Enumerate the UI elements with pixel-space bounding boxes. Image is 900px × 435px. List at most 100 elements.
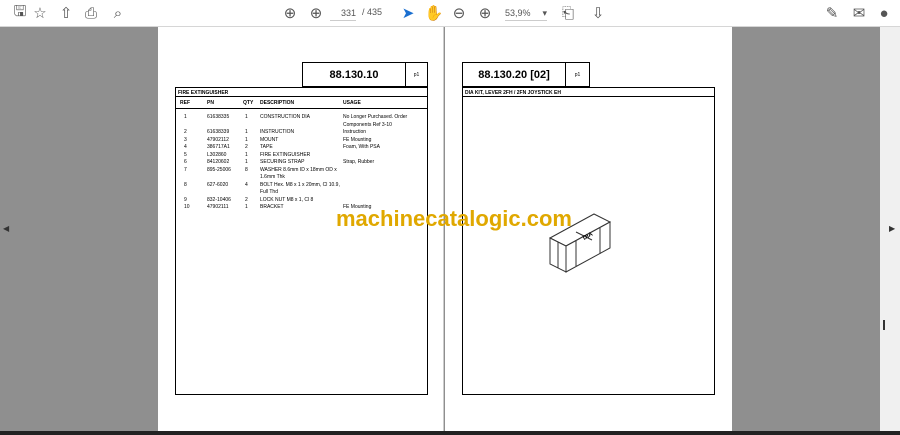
table-row: 8 627-6020 4 BOLT Hex. M8 x 1 x 20mm, Cl 10… (176, 182, 427, 190)
toolbar: 🖫 ☆ ⇧ ⎙ ⌕ ⊕ ⊕ / 435 ➤ ✋ ⊖ ⊕ 53,9% ▾ ⎗ ⇩ … (0, 0, 900, 27)
table-header: REF PN QTY DESCRIPTION USAGE (176, 97, 427, 109)
table-cell: 47902111 (207, 204, 229, 210)
table-cell: L302860 (207, 151, 227, 158)
watermark: machinecatalogic.com (336, 206, 572, 231)
table-row: 6 84120602 1 SECURING STRAP Strap, Rubber (176, 159, 427, 167)
table-cell: 8 (245, 166, 248, 173)
table-row: 5 L302860 1 FIRE EXTINGUISHER (176, 152, 427, 160)
table-cell: 3 (184, 136, 187, 143)
next-page-arrow-icon[interactable]: ▶ (889, 224, 895, 233)
page-fit-icon[interactable]: ⎗ (558, 4, 578, 22)
left-page-header: 88.130.10 p1 (302, 62, 428, 87)
parts-table: FIRE EXTINGUISHER REF PN QTY DESCRIPTION… (175, 87, 428, 395)
select-cursor-icon[interactable]: ➤ (398, 4, 418, 22)
table-cell: 5 (184, 151, 187, 158)
table-cell: 9 (184, 196, 187, 203)
table-cell: Strap, Rubber (343, 159, 375, 165)
table-cell: 2 (245, 144, 248, 150)
page-up-icon[interactable]: ⊕ (280, 4, 300, 22)
table-cell: 10 (184, 204, 190, 210)
table-cell: 7 (184, 166, 187, 173)
account-icon[interactable]: ● (874, 4, 894, 22)
table-cell: 4 (245, 181, 248, 188)
table-cell: 4 (184, 144, 187, 150)
page-total: / 435 (362, 7, 383, 17)
left-page-code: 88.130.10 (303, 63, 406, 86)
table-cell: 1 (245, 129, 248, 135)
page-down-icon[interactable]: ⊕ (306, 4, 326, 22)
table-cell: 1 (245, 151, 248, 158)
table-cell: 1 (245, 159, 248, 165)
scroll-mode-icon[interactable]: ⇩ (588, 4, 608, 22)
sign-icon[interactable]: ✎ (822, 4, 842, 22)
zoom-out-icon[interactable]: ⊖ (449, 4, 469, 22)
table-row: Full Thd (176, 189, 427, 197)
chevron-down-icon: ▾ (542, 8, 547, 18)
table-row: 1.6mm Thk (176, 174, 427, 182)
col-pn: PN (207, 100, 214, 106)
table-cell: CONSTRUCTION DIA (260, 114, 310, 120)
table-row: 7 895-25006 8 WASHER 8.6mm ID x 18mm OD x (176, 167, 427, 175)
table-cell: WASHER 8.6mm ID x 18mm OD x (260, 166, 337, 173)
table-cell: Components Ref 3-10 (343, 121, 392, 128)
table-cell: LOCK NUT M8 x 1, Cl 8 (260, 196, 314, 203)
save-icon[interactable]: 🖫 (10, 3, 30, 22)
table-cell: FIRE EXTINGUISHER (260, 151, 311, 158)
col-qty: QTY (243, 100, 254, 106)
table-cell: Instruction (343, 129, 367, 135)
table-cell: 84120602 (207, 159, 230, 165)
table-row: 9 832-10406 2 LOCK NUT M8 x 1, Cl 8 (176, 197, 427, 205)
mail-icon[interactable]: ✉ (849, 4, 869, 22)
prev-page-arrow-icon[interactable]: ◀ (3, 224, 9, 233)
table-cell: 1 (245, 114, 248, 120)
col-usage: USAGE (343, 100, 361, 106)
table-cell: 2 (245, 196, 248, 203)
col-description: DESCRIPTION (260, 100, 295, 106)
table-cell: FE Mounting (343, 136, 372, 143)
table-cell: No Longer Purchased. Order (343, 114, 408, 120)
star-icon[interactable]: ☆ (30, 4, 50, 22)
zoom-select[interactable]: 53,9% ▾ (505, 5, 547, 21)
table-cell: 1 (245, 204, 248, 210)
table-cell: Full Thd (260, 189, 278, 195)
bottom-bar (0, 431, 900, 435)
table-cell: 8 (184, 181, 187, 188)
table-row: 3 47902112 1 MOUNT FE Mounting (176, 137, 427, 145)
table-cell: 61638335 (207, 114, 230, 120)
table-cell: 627-6020 (207, 181, 229, 188)
table-cell: 895-25006 (207, 166, 231, 173)
col-ref: REF (180, 100, 190, 106)
right-page-header: 88.130.20 [02] p1 (462, 62, 590, 87)
right-page-tag: p1 (574, 71, 581, 78)
table-cell: 1 (184, 114, 187, 120)
page-number-input[interactable] (330, 5, 356, 21)
table-title: FIRE EXTINGUISHER (176, 88, 427, 97)
upload-cloud-icon[interactable]: ⇧ (56, 4, 76, 22)
table-cell: 1 (245, 136, 248, 143)
table-row: 1 61638335 1 CONSTRUCTION DIA No Longer Purc… (176, 114, 427, 122)
table-cell: 1.6mm Thk (260, 174, 285, 180)
table-cell: BOLT Hex. M8 x 1 x 20mm, Cl 10.9, (260, 181, 340, 188)
hand-tool-icon[interactable]: ✋ (424, 4, 444, 22)
table-cell: Foam, With PSA (343, 144, 380, 150)
table-row: 4 386717A1 2 TAPE Foam, With PSA (176, 144, 427, 152)
table-cell: 386717A1 (207, 144, 230, 150)
table-cell: 6 (184, 159, 187, 165)
table-row: 2 61638339 1 INSTRUCTION Instruction (176, 129, 427, 137)
zoom-value: 53,9% (505, 8, 531, 18)
print-icon[interactable]: ⎙ (81, 4, 101, 22)
left-page-tag: p1 (413, 71, 420, 78)
table-cell: MOUNT (260, 136, 279, 143)
table-row: Components Ref 3-10 (176, 122, 427, 130)
table-cell: TAPE (260, 144, 273, 150)
table-cell: 832-10406 (207, 196, 231, 203)
right-page-code: 88.130.20 [02] (463, 63, 566, 86)
zoom-in-icon[interactable]: ⊕ (475, 4, 495, 22)
kit-title: DIA KIT, LEVER 2FH / 2FN JOYSTICK EH (463, 88, 714, 97)
search-icon[interactable]: ⌕ (108, 4, 128, 22)
table-cell: BRACKET (260, 204, 284, 210)
table-cell: 47902112 (207, 136, 229, 143)
table-cell: SECURING STRAP (260, 159, 305, 165)
table-cell: INSTRUCTION (260, 129, 295, 135)
table-cell: 2 (184, 129, 187, 135)
